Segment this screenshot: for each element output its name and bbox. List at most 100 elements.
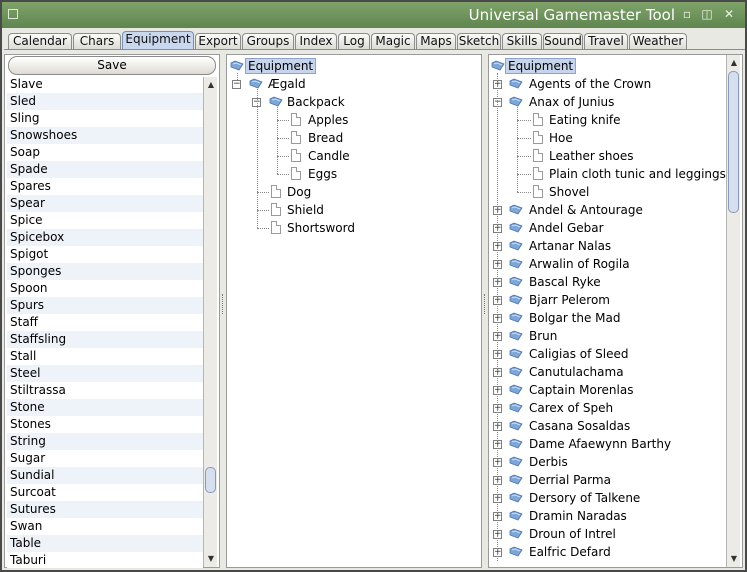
tree-node-label: Arwalin of Rogila xyxy=(529,257,630,271)
list-item[interactable]: Steel xyxy=(7,365,203,382)
list-item[interactable]: Spice xyxy=(7,212,203,229)
group-tree-scrollbar[interactable]: ▲ ▼ xyxy=(726,55,740,567)
list-item[interactable]: Sling xyxy=(7,110,203,127)
tree-node-label: Carex of Speh xyxy=(529,401,614,415)
close-icon[interactable]: ✕ xyxy=(723,8,735,20)
list-item[interactable]: Swan xyxy=(7,518,203,535)
document-icon xyxy=(291,149,301,162)
tree-guide-line xyxy=(517,192,531,193)
tree-node-label: Leather shoes xyxy=(549,149,634,163)
tab-calendar[interactable]: Calendar xyxy=(8,33,72,49)
folder-icon xyxy=(509,78,523,89)
tree-node-label: Canutulachama xyxy=(529,365,624,379)
tree-node-label: Bjarr Pelerom xyxy=(529,293,610,307)
list-item[interactable]: Spoon xyxy=(7,280,203,297)
list-item[interactable]: Stone xyxy=(7,399,203,416)
folder-icon xyxy=(509,330,523,341)
folder-icon xyxy=(249,78,263,89)
folder-icon xyxy=(509,96,523,107)
tree-node-label: Brun xyxy=(529,329,558,343)
character-equipment-tree[interactable]: Equipment − Ægald − Backpack Apples Bread Candl… xyxy=(227,55,481,567)
list-item[interactable]: Spares xyxy=(7,178,203,195)
tree-node-label: Apples xyxy=(308,113,349,127)
tree-guide-line xyxy=(277,156,289,157)
document-icon xyxy=(533,113,543,126)
root-folder-icon xyxy=(491,60,505,71)
equipment-list-scrollbar[interactable]: ▲ ▼ xyxy=(203,77,217,567)
scroll-thumb[interactable] xyxy=(728,71,739,213)
document-icon xyxy=(271,221,281,234)
window-title: Universal Gamemaster Tool xyxy=(468,6,675,24)
collapse-icon[interactable]: − xyxy=(232,80,241,89)
folder-icon xyxy=(509,402,523,413)
equipment-list[interactable]: Slave Sled Sling Snowshoes Soap Spade Spares Sp… xyxy=(7,76,203,568)
window-menu-icon[interactable] xyxy=(8,9,18,19)
list-item[interactable]: Surcoat xyxy=(7,484,203,501)
tab-sketch[interactable]: Sketch xyxy=(457,33,501,49)
list-item[interactable]: Staffsling xyxy=(7,331,203,348)
shade-icon[interactable]: ▫ xyxy=(681,8,693,20)
list-item[interactable]: Slave xyxy=(7,76,203,93)
folder-icon xyxy=(509,258,523,269)
list-item[interactable]: String xyxy=(7,433,203,450)
title-bar[interactable]: Universal Gamemaster Tool ▫ ◫ ✕ xyxy=(2,2,745,28)
tree-node-label: Derbis xyxy=(529,455,568,469)
scroll-down-icon[interactable]: ▼ xyxy=(206,554,216,564)
list-item[interactable]: Taburi xyxy=(7,552,203,568)
folder-icon xyxy=(509,528,523,539)
tree-guide-line xyxy=(277,120,289,121)
tree-node-label: Captain Morenlas xyxy=(529,383,634,397)
list-item[interactable]: Sutures xyxy=(7,501,203,518)
tab-magic[interactable]: Magic xyxy=(371,33,415,49)
tab-travel[interactable]: Travel xyxy=(584,33,628,49)
tree-node-label: Agents of the Crown xyxy=(529,77,652,91)
tree-node-label: Droun of Intrel xyxy=(529,527,616,541)
tab-maps[interactable]: Maps xyxy=(416,33,456,49)
list-item[interactable]: Spigot xyxy=(7,246,203,263)
list-item[interactable]: Stiltrassa xyxy=(7,382,203,399)
list-item[interactable]: Sled xyxy=(7,93,203,110)
tree-guide-line xyxy=(257,89,258,228)
list-item[interactable]: Sundial xyxy=(7,467,203,484)
tree-node-label: Bolgar the Mad xyxy=(529,311,621,325)
save-button[interactable]: Save xyxy=(8,56,216,75)
tree-guide-line xyxy=(277,138,289,139)
tab-log[interactable]: Log xyxy=(338,33,370,49)
tab-skills[interactable]: Skills xyxy=(502,33,542,49)
list-item[interactable]: Spear xyxy=(7,195,203,212)
document-icon xyxy=(291,113,301,126)
tab-sound[interactable]: Sound xyxy=(543,33,583,49)
list-item[interactable]: Stall xyxy=(7,348,203,365)
list-item[interactable]: Stones xyxy=(7,416,203,433)
tab-export[interactable]: Export xyxy=(195,33,241,49)
list-item[interactable]: Spicebox xyxy=(7,229,203,246)
tab-weather[interactable]: Weather xyxy=(629,33,687,49)
tab-equipment[interactable]: Equipment xyxy=(122,31,194,50)
tab-index[interactable]: Index xyxy=(295,33,337,49)
tree-node-label: Eating knife xyxy=(549,113,621,127)
tree-node-label: Ealfric Defard xyxy=(529,545,611,559)
scroll-up-icon[interactable]: ▲ xyxy=(729,58,739,68)
list-item[interactable]: Sponges xyxy=(7,263,203,280)
tab-groups[interactable]: Groups xyxy=(242,33,294,49)
tree-node-label: Andel & Antourage xyxy=(529,203,643,217)
tree-node-label: Bascal Ryke xyxy=(529,275,601,289)
list-item[interactable]: Table xyxy=(7,535,203,552)
list-item[interactable]: Snowshoes xyxy=(7,127,203,144)
list-item[interactable]: Spurs xyxy=(7,297,203,314)
folder-icon xyxy=(509,294,523,305)
folder-icon xyxy=(509,546,523,557)
list-item[interactable]: Staff xyxy=(7,314,203,331)
list-item[interactable]: Soap xyxy=(7,144,203,161)
scroll-thumb[interactable] xyxy=(205,467,216,493)
tree-node-label: Derrial Parma xyxy=(529,473,611,487)
maximize-icon[interactable]: ◫ xyxy=(701,8,713,20)
list-item[interactable]: Sugar xyxy=(7,450,203,467)
scroll-up-icon[interactable]: ▲ xyxy=(206,80,216,90)
folder-icon xyxy=(509,456,523,467)
list-item[interactable]: Spade xyxy=(7,161,203,178)
scroll-down-icon[interactable]: ▼ xyxy=(729,554,739,564)
group-equipment-tree[interactable]: Equipment + Agents of the Crown − Anax of Ju… xyxy=(489,55,726,567)
tree-node-label: Dog xyxy=(287,185,312,199)
tab-chars[interactable]: Chars xyxy=(73,33,121,49)
